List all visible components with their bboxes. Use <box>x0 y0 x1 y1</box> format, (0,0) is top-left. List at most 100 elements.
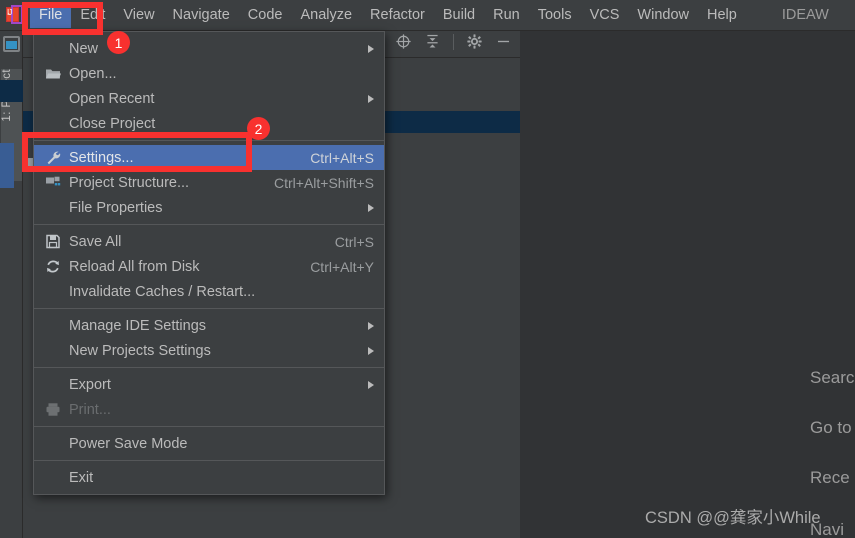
menu-item-open-recent[interactable]: Open Recent <box>34 86 384 111</box>
window-title-fragment: IDEAW <box>781 7 829 23</box>
welcome-action-text[interactable]: Go to <box>810 418 852 438</box>
menubar-item-label: File <box>39 7 63 23</box>
menu-separator <box>34 308 384 309</box>
welcome-action-text[interactable]: Searc <box>810 368 854 388</box>
printer-icon <box>46 403 59 416</box>
submenu-arrow-icon <box>368 321 374 330</box>
printer-icon-wrapper <box>44 401 61 418</box>
menubar-item-vcs[interactable]: VCS <box>581 2 629 28</box>
tool-window-actions <box>395 33 512 50</box>
wrench-icon <box>47 151 60 165</box>
menubar-item-label: Edit <box>80 7 106 23</box>
menubar-item-label: Analyze <box>300 7 353 23</box>
menubar-item-run[interactable]: Run <box>484 2 529 28</box>
menubar-item-label: Code <box>247 7 283 23</box>
menu-separator <box>34 426 384 427</box>
menu-item-label: Exit <box>69 469 94 486</box>
folder-open-icon <box>45 69 61 79</box>
menubar-item-edit[interactable]: Edit <box>71 2 114 28</box>
menubar-item-tools[interactable]: Tools <box>529 2 581 28</box>
menubar-item-label: Tools <box>537 7 572 23</box>
toolbar-divider <box>453 33 454 50</box>
left-tool-strip: 1: Project <box>0 31 23 538</box>
menubar-item-window[interactable]: Window <box>628 2 698 28</box>
project-window-icon[interactable] <box>3 36 20 52</box>
menubar-item-build[interactable]: Build <box>434 2 484 28</box>
ide-window: IJ File Edit View Navigate Code Analyze Refact… <box>0 0 855 538</box>
folder-open-icon-wrapper <box>44 65 61 82</box>
menubar-item-label: Refactor <box>370 7 425 23</box>
menu-item-reload-all-from-disk[interactable]: Reload All from Disk Ctrl+Alt+Y <box>34 254 384 279</box>
submenu-arrow-icon <box>368 44 374 53</box>
menubar-item-label: View <box>123 7 155 23</box>
intellij-idea-logo-icon: IJ <box>5 5 25 25</box>
menubar-item-label: Run <box>493 7 520 23</box>
menu-item-label: Open... <box>69 65 117 82</box>
project-structure-icon-wrapper <box>44 174 61 191</box>
menu-item-label: Export <box>69 376 111 393</box>
menu-item-label: Reload All from Disk <box>69 258 200 275</box>
locate-crosshair-icon[interactable] <box>395 33 412 50</box>
menu-item-settings[interactable]: Settings... Ctrl+Alt+S <box>34 145 384 170</box>
menu-item-label: Power Save Mode <box>69 435 188 452</box>
welcome-action-text[interactable]: Rece <box>810 468 850 488</box>
gear-icon[interactable] <box>466 33 483 50</box>
menubar-item-view[interactable]: View <box>114 2 163 28</box>
menu-item-label: Save All <box>69 233 122 250</box>
menubar-item-label: Build <box>442 7 476 23</box>
menu-item-open[interactable]: Open... <box>34 61 384 86</box>
menu-separator <box>34 367 384 368</box>
menu-item-shortcut: Ctrl+Alt+Shift+S <box>274 174 374 191</box>
menu-item-new-projects-settings[interactable]: New Projects Settings <box>34 338 384 363</box>
menu-item-project-structure[interactable]: Project Structure... Ctrl+Alt+Shift+S <box>34 170 384 195</box>
menubar-item-navigate[interactable]: Navigate <box>164 2 239 28</box>
menubar-item-help[interactable]: Help <box>698 2 746 28</box>
project-tree-selected-row-gutter <box>0 80 23 102</box>
annotation-badge-1: 1 <box>107 31 130 54</box>
menu-item-shortcut: Ctrl+Alt+Y <box>310 258 374 275</box>
menubar-item-file[interactable]: File <box>30 2 72 28</box>
submenu-arrow-icon <box>368 346 374 355</box>
menu-separator <box>34 224 384 225</box>
menu-item-close-project[interactable]: Close Project <box>34 111 384 136</box>
reload-icon-wrapper <box>44 258 61 275</box>
menubar-item-refactor[interactable]: Refactor <box>361 2 434 28</box>
menu-item-label: Print... <box>69 401 111 418</box>
csdn-watermark: CSDN @@龚家小While <box>645 509 821 527</box>
menu-item-invalidate-caches-restart[interactable]: Invalidate Caches / Restart... <box>34 279 384 304</box>
menubar-item-label: Help <box>706 7 737 23</box>
menu-item-save-all[interactable]: Save All Ctrl+S <box>34 229 384 254</box>
project-structure-icon <box>45 176 60 186</box>
save-icon-wrapper <box>44 233 61 250</box>
menu-item-file-properties[interactable]: File Properties <box>34 195 384 220</box>
menu-item-print[interactable]: Print... <box>34 397 384 422</box>
collapse-all-icon[interactable] <box>424 33 441 50</box>
submenu-arrow-icon <box>368 94 374 103</box>
submenu-arrow-icon <box>368 380 374 389</box>
menu-bar: IJ File Edit View Navigate Code Analyze Refact… <box>0 0 855 31</box>
menu-item-label: File Properties <box>69 199 163 216</box>
menu-item-shortcut: Ctrl+S <box>334 233 374 250</box>
project-tree-left-highlight <box>0 143 14 188</box>
menubar-item-analyze[interactable]: Analyze <box>291 2 361 28</box>
menu-item-exit[interactable]: Exit <box>34 465 384 490</box>
menu-item-manage-ide-settings[interactable]: Manage IDE Settings <box>34 313 384 338</box>
menu-item-new[interactable]: New <box>34 36 384 61</box>
reload-icon <box>46 260 59 273</box>
menu-item-label: Settings... <box>69 149 134 166</box>
menu-item-label: Manage IDE Settings <box>69 317 207 334</box>
welcome-panel <box>520 31 855 538</box>
submenu-arrow-icon <box>368 203 374 212</box>
menu-item-label: New Projects Settings <box>69 342 211 359</box>
menubar-item-code[interactable]: Code <box>239 2 292 28</box>
menu-item-power-save-mode[interactable]: Power Save Mode <box>34 431 384 456</box>
menubar-item-label: Navigate <box>172 7 230 23</box>
wrench-icon-wrapper <box>44 149 61 166</box>
menubar-item-label: VCS <box>589 7 620 23</box>
menu-item-export[interactable]: Export <box>34 372 384 397</box>
save-icon <box>45 234 60 249</box>
menu-separator <box>34 140 384 141</box>
minimize-icon[interactable] <box>495 33 512 50</box>
menu-item-label: Open Recent <box>69 90 155 107</box>
menu-item-label: Project Structure... <box>69 174 190 191</box>
